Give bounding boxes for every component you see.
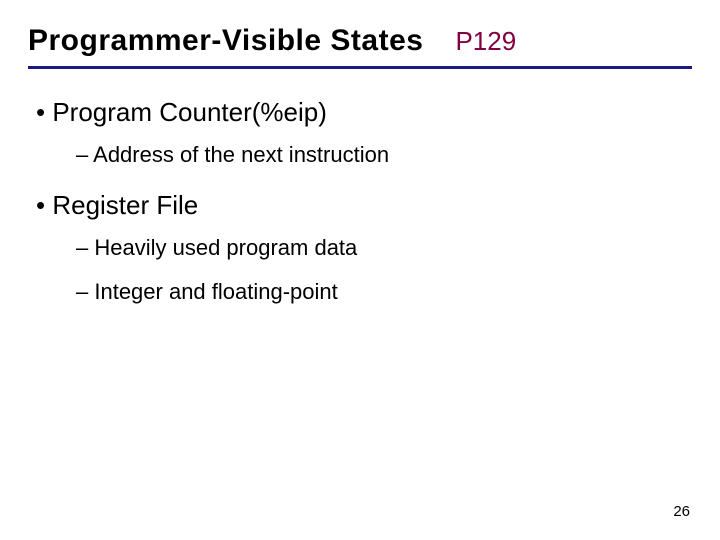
- sub-item: Integer and floating-point: [76, 279, 692, 305]
- slide: Programmer-Visible States P129 Program C…: [0, 0, 720, 305]
- sub-list: Heavily used program data Integer and fl…: [76, 235, 692, 305]
- sub-item: Heavily used program data: [76, 235, 692, 261]
- slide-title: Programmer-Visible States: [28, 24, 423, 58]
- sub-item: Address of the next instruction: [76, 142, 692, 168]
- page-reference: P129: [455, 26, 516, 57]
- bullet-item: Program Counter(%eip) Address of the nex…: [36, 97, 692, 168]
- bullet-list: Program Counter(%eip) Address of the nex…: [28, 97, 692, 305]
- bullet-item: Register File Heavily used program data …: [36, 190, 692, 305]
- slide-number: 26: [673, 503, 690, 520]
- title-row: Programmer-Visible States P129: [28, 24, 692, 58]
- bullet-label: Register File: [52, 190, 198, 220]
- title-underline: [28, 66, 692, 69]
- bullet-label: Program Counter(%eip): [52, 97, 327, 127]
- sub-list: Address of the next instruction: [76, 142, 692, 168]
